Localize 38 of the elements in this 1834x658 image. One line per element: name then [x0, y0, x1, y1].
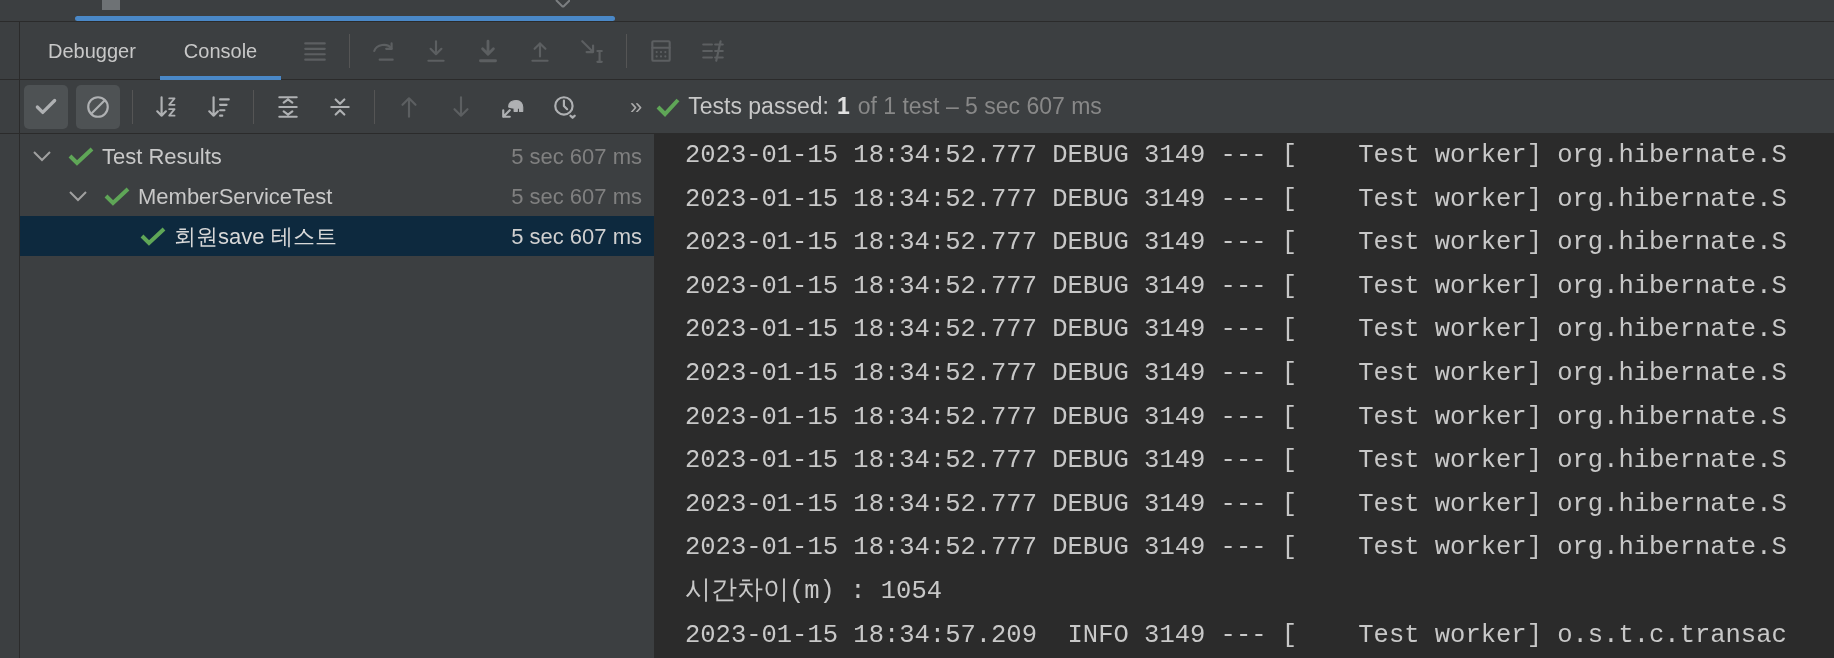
test-duration: 5 sec 607 ms — [511, 182, 642, 211]
console-line: 2023-01-15 18:34:52.777 DEBUG 3149 --- [ Test worker] org.hibernate.S — [685, 401, 1788, 434]
sort-icon — [206, 93, 232, 120]
status-label: Tests passed: — [688, 92, 829, 122]
console-line: 2023-01-15 18:34:52.777 DEBUG 3149 --- [ Test worker] org.hibernate.S — [685, 488, 1788, 521]
cancel-icon — [85, 93, 111, 120]
console-line: 2023-01-15 18:34:52.777 DEBUG 3149 --- [ Test worker] org.hibernate.S — [685, 357, 1788, 390]
test-duration: 5 sec 607 ms — [511, 142, 642, 171]
panel-tab[interactable]: Debugger — [24, 21, 160, 80]
more-button[interactable]: » — [630, 90, 643, 123]
console-line: 2023-01-15 18:34:52.777 DEBUG 3149 --- [ Test worker] org.hibernate.S — [685, 270, 1788, 303]
test-summary: of 1 test – 5 sec 607 ms — [857, 92, 1102, 122]
test-name: Test Results — [102, 142, 222, 171]
passed-count: 1 — [836, 92, 850, 122]
console-line: 2023-01-15 18:34:57.209 INFO 3149 --- [ Test worker] o.s.t.c.transac — [685, 619, 1788, 652]
console-line: 2023-01-15 18:34:52.777 DEBUG 3149 --- [ Test worker] org.hibernate.S — [685, 227, 1788, 260]
console-line: 2023-01-15 18:34:52.777 DEBUG 3149 --- [ Test worker] org.hibernate.S — [685, 140, 1788, 172]
cursor-arrow-icon — [579, 37, 606, 64]
list-icon — [700, 37, 727, 64]
test-duration: 5 sec 607 ms — [511, 222, 642, 251]
tree-row[interactable]: Test Results 5 sec 607 ms — [20, 136, 654, 176]
chevron-down-icon[interactable] — [32, 150, 52, 162]
console-line: 2023-01-15 18:34:52.777 DEBUG 3149 --- [ Test worker] org.hibernate.S — [685, 445, 1788, 478]
console-line: 2023-01-15 18:34:52.777 DEBUG 3149 --- [ Test worker] org.hibernate.S — [685, 314, 1788, 347]
expand-all-icon — [275, 93, 301, 120]
console-line: 시간차이(m) : 1054 — [685, 575, 944, 608]
close-icon[interactable] — [554, 0, 570, 8]
console-line: 2023-01-15 18:34:52.777 DEBUG 3149 --- [ Test worker] org.hibernate.S — [685, 532, 1788, 565]
tree-row[interactable]: 회원save 테스트 5 sec 607 ms — [20, 216, 654, 256]
test-name: 회원save 테스트 — [174, 222, 337, 251]
cancel-button[interactable] — [76, 84, 120, 129]
console-line: 2023-01-15 18:34:52.777 DEBUG 3149 --- [ Test worker] org.hibernate.S — [685, 183, 1788, 216]
test-name: MemberServiceTest — [138, 182, 333, 211]
chevron-down-icon[interactable] — [68, 190, 88, 202]
check-button[interactable] — [24, 84, 68, 129]
panel-tab[interactable]: Console — [159, 21, 282, 80]
clock-icon — [552, 93, 578, 120]
tree-row[interactable]: MemberServiceTest 5 sec 607 ms — [20, 176, 654, 216]
